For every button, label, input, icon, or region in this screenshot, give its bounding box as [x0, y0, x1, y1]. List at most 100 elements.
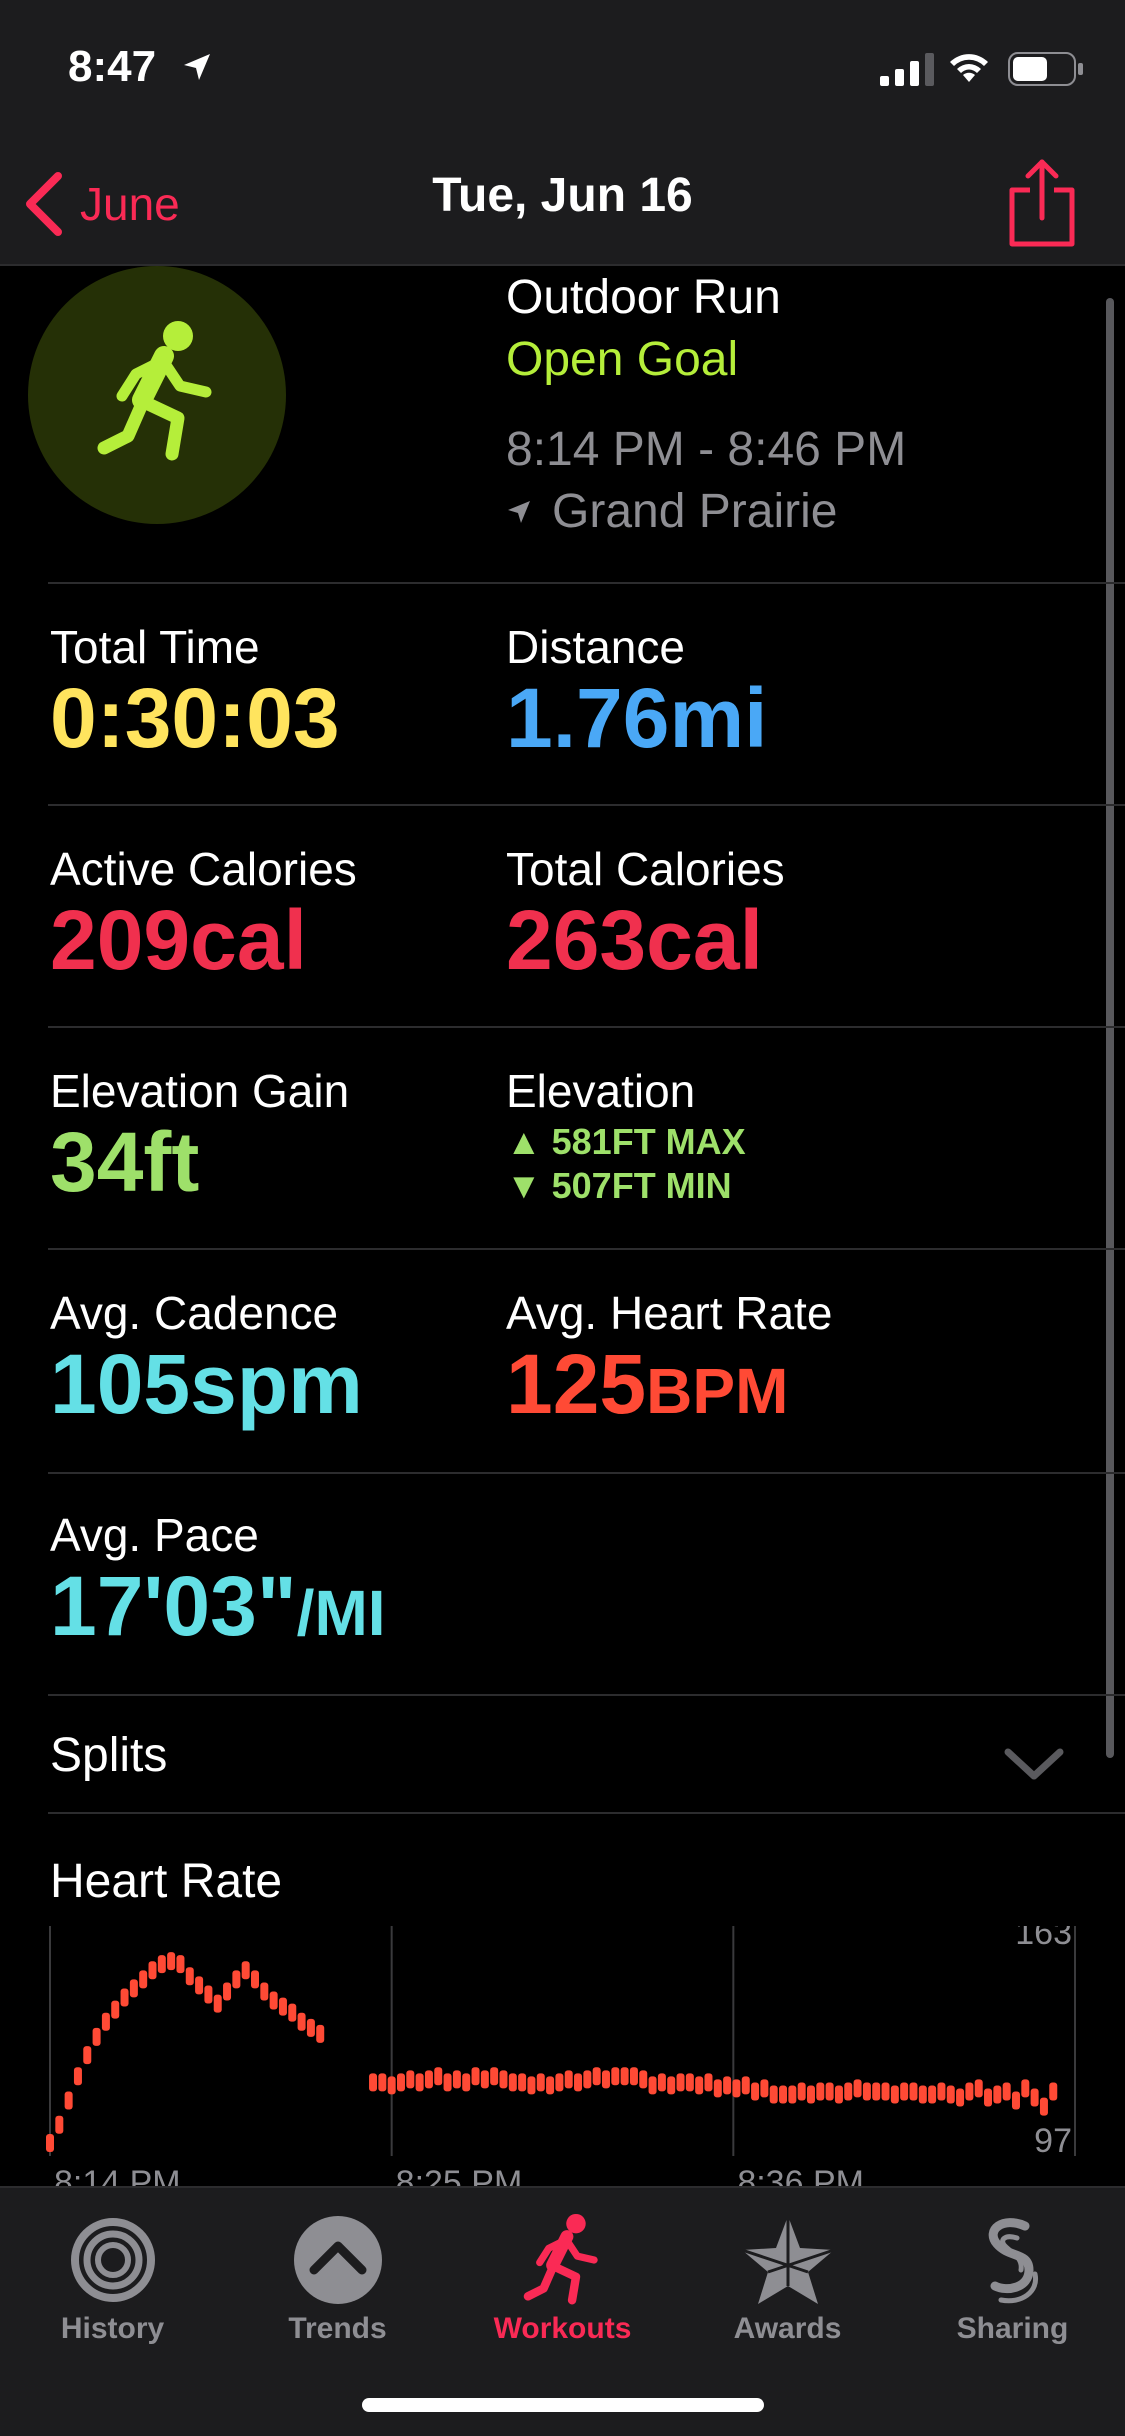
stat-label: Distance [506, 621, 685, 673]
heart-rate-point [83, 2046, 92, 2065]
heart-rate-point [900, 2082, 909, 2101]
heart-rate-point [564, 2070, 573, 2089]
heart-rate-point [928, 2085, 937, 2104]
tab-workouts[interactable]: Workouts [450, 2202, 675, 2362]
heart-rate-point [111, 2000, 120, 2019]
trends-chevron-up-icon [293, 2216, 382, 2304]
heart-rate-point [1002, 2082, 1011, 2101]
workout-type-badge [28, 266, 286, 524]
elevation-min: ▼ 507FT MIN [506, 1165, 732, 1206]
location-arrow-icon [184, 54, 210, 80]
heart-rate-point [92, 2027, 101, 2046]
stat-avg-pace: Avg. Pace 17'03"/MI [50, 1508, 386, 1655]
heart-rate-point [434, 2067, 443, 2086]
heart-rate-point [195, 1976, 204, 1995]
heart-rate-point [251, 1970, 259, 1989]
workout-detail-content[interactable]: Outdoor Run Open Goal 8:14 PM - 8:46 PM … [0, 266, 1125, 2186]
tab-awards[interactable]: Awards [675, 2202, 900, 2362]
heart-rate-point [278, 1997, 287, 2016]
workout-location-label: Grand Prairie [552, 485, 838, 538]
stat-label: Active Calories [50, 843, 357, 895]
stat-total-time: Total Time 0:30:03 [50, 620, 340, 767]
stat-number: 125 [506, 1337, 647, 1431]
heart-rate-point [185, 1967, 194, 1986]
status-time: 8:47 [68, 42, 157, 91]
workout-time-range: 8:14 PM - 8:46 PM [506, 423, 907, 476]
stat-value: 125BPM [506, 1336, 832, 1433]
tab-bar: History Trends Workouts Awards Sharing [0, 2186, 1125, 2436]
heart-rate-point [806, 2085, 815, 2104]
heart-rate-point [890, 2085, 899, 2104]
y-tick-label: 97 [1034, 2122, 1072, 2160]
running-figure-icon [97, 321, 212, 461]
heart-rate-chart: 163 97 8:14 PM 8:25 PM 8:36 PM [46, 1926, 1076, 2186]
stat-value: 17'03"/MI [50, 1558, 386, 1655]
stat-value: 0:30:03 [50, 671, 340, 765]
chevron-down-icon[interactable] [1002, 1744, 1066, 1784]
stat-active-calories: Active Calories 209cal [50, 842, 357, 989]
divider [48, 804, 1125, 806]
heart-rate-point [760, 2079, 769, 2098]
heart-rate-point [723, 2076, 732, 2095]
heart-rate-point [853, 2079, 862, 2098]
heart-rate-point [387, 2076, 396, 2095]
tab-sharing[interactable]: Sharing [900, 2202, 1125, 2362]
stat-label: Elevation [506, 1065, 696, 1117]
x-tick-label: 8:25 PM [396, 2164, 523, 2186]
tab-history[interactable]: History [0, 2202, 225, 2362]
stat-label: Avg. Heart Rate [506, 1287, 833, 1339]
divider [48, 1248, 1125, 1250]
workout-goal: Open Goal [506, 333, 739, 386]
heart-rate-point [639, 2070, 648, 2089]
heart-rate-point [676, 2073, 685, 2092]
heart-rate-point [148, 1961, 157, 1980]
heart-rate-point [120, 1988, 129, 2007]
workout-location: Grand Prairie [506, 484, 837, 539]
history-rings-icon [70, 2218, 155, 2302]
stat-unit: /MI [296, 1577, 386, 1649]
heart-rate-point [139, 1970, 148, 1989]
x-tick-label: 8:14 PM [54, 2164, 181, 2186]
heart-rate-point [769, 2085, 778, 2104]
heart-rate-title: Heart Rate [50, 1855, 283, 1908]
heart-rate-point [881, 2082, 890, 2101]
heart-rate-point [611, 2067, 620, 2086]
heart-rate-point [984, 2088, 993, 2107]
stat-label: Avg. Cadence [50, 1287, 339, 1339]
heart-rate-point [1021, 2079, 1030, 2098]
heart-rate-point [788, 2085, 797, 2104]
heart-rate-point [288, 2003, 297, 2022]
heart-rate-point [1011, 2091, 1020, 2110]
splits-row[interactable]: Splits [50, 1728, 167, 1783]
heart-rate-point [73, 2067, 82, 2086]
share-icon[interactable] [1004, 156, 1080, 252]
stat-label: Avg. Pace [50, 1509, 259, 1561]
heart-rate-point [260, 1982, 269, 2001]
stat-value: 105spm [50, 1337, 363, 1431]
heart-rate-point [844, 2082, 853, 2101]
heart-rate-point [443, 2073, 452, 2092]
heart-rate-point [816, 2082, 825, 2101]
stat-distance: Distance 1.76mi [506, 620, 768, 767]
tab-trends[interactable]: Trends [225, 2202, 450, 2362]
heart-rate-point [872, 2082, 881, 2101]
heart-rate-point [1049, 2082, 1058, 2101]
stat-label: Elevation Gain [50, 1065, 350, 1117]
heart-rate-point [629, 2067, 638, 2086]
heart-rate-point [269, 1991, 278, 2010]
x-tick-label: 8:36 PM [737, 2164, 864, 2186]
heart-rate-point [732, 2079, 741, 2098]
stat-value: 263cal [506, 893, 763, 987]
heart-rate-point [974, 2079, 983, 2098]
tab-label: Trends [288, 2312, 387, 2345]
heart-rate-point [55, 2115, 64, 2134]
stat-avg-cadence: Avg. Cadence 105spm [50, 1286, 363, 1433]
heart-rate-point [480, 2070, 489, 2089]
heart-rate-point [378, 2073, 387, 2092]
heart-rate-point [527, 2076, 536, 2095]
heart-rate-point [167, 1952, 176, 1971]
heart-rate-point [101, 2012, 110, 2031]
heart-rate-point [592, 2067, 601, 2086]
heart-rate-point [797, 2082, 806, 2101]
heart-rate-point [1030, 2088, 1039, 2107]
